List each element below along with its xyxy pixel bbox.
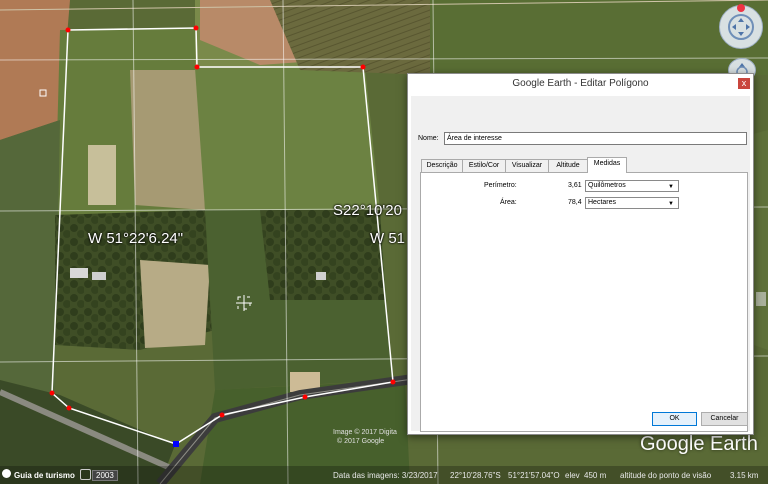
latitude-grid-label: S22°10'20 bbox=[333, 202, 402, 219]
dialog-body: Nome: Área de interesse Descrição Estilo… bbox=[411, 96, 750, 432]
historical-imagery-icon[interactable] bbox=[80, 469, 91, 480]
tab-altitude[interactable]: Altitude bbox=[548, 159, 588, 172]
tab-medidas[interactable]: Medidas bbox=[587, 157, 627, 173]
area-unit-value: Hectares bbox=[588, 199, 617, 206]
perimeter-unit-value: Quilômetros bbox=[588, 182, 626, 189]
perimeter-value: 3,61 bbox=[568, 182, 582, 189]
perimeter-label: Perímetro: bbox=[484, 182, 517, 189]
imagery-credit: Image © 2017 Digita © 2017 Google bbox=[333, 428, 397, 446]
tab-estilo-cor[interactable]: Estilo/Cor bbox=[462, 159, 506, 172]
chevron-down-icon: ▼ bbox=[668, 184, 674, 190]
elevation-label: elev bbox=[565, 471, 580, 480]
dialog-titlebar[interactable]: Google Earth - Editar Polígono x bbox=[408, 74, 753, 96]
year-badge[interactable]: 2003 bbox=[92, 470, 118, 481]
ok-button[interactable]: OK bbox=[652, 412, 697, 426]
latitude-readout: 22°10'28.76"S bbox=[450, 471, 501, 480]
google-earth-logo: Google Earth bbox=[640, 433, 758, 455]
longitude-grid-label-2: W 51 bbox=[370, 230, 406, 247]
look-navigation-control[interactable] bbox=[719, 4, 763, 49]
area-unit-select[interactable]: Hectares ▼ bbox=[585, 197, 679, 209]
tour-guide-label[interactable]: Guia de turismo bbox=[14, 471, 75, 480]
imagery-credit-line-2: © 2017 Google bbox=[337, 438, 385, 445]
edit-polygon-dialog: Google Earth - Editar Polígono x Nome: Á… bbox=[407, 73, 754, 435]
tab-visualizar[interactable]: Visualizar bbox=[505, 159, 549, 172]
name-label: Nome: bbox=[418, 135, 439, 142]
perimeter-unit-select[interactable]: Quilômetros ▼ bbox=[585, 180, 679, 192]
name-field[interactable]: Área de interesse bbox=[444, 132, 747, 145]
area-value: 78,4 bbox=[568, 199, 582, 206]
tour-guide-icon[interactable] bbox=[2, 469, 11, 478]
status-bar: Guia de turismo 2003 Data das imagens: 3… bbox=[0, 466, 768, 484]
zoom-slider-icon[interactable] bbox=[756, 292, 766, 306]
eye-altitude-label: altitude do ponto de visão bbox=[620, 471, 712, 480]
chevron-down-icon: ▼ bbox=[668, 201, 674, 207]
imagery-credit-line-1: Image © 2017 Digita bbox=[333, 429, 397, 436]
area-label: Área: bbox=[500, 199, 517, 206]
measurements-panel: Perímetro: 3,61 Quilômetros ▼ Área: 78,4… bbox=[420, 172, 748, 432]
look-arrows-icon bbox=[728, 14, 754, 40]
eye-altitude-value: 3.15 km bbox=[730, 471, 759, 480]
cancel-button[interactable]: Cancelar bbox=[701, 412, 748, 426]
imagery-date: Data das imagens: 3/23/2017 bbox=[333, 471, 438, 480]
longitude-grid-label: W 51°22'6.24" bbox=[88, 230, 184, 247]
longitude-readout: 51°21'57.04"O bbox=[508, 471, 560, 480]
elevation-value: 450 m bbox=[584, 471, 607, 480]
tab-descricao[interactable]: Descrição bbox=[421, 159, 463, 172]
dialog-title: Google Earth - Editar Polígono bbox=[512, 78, 649, 89]
close-button[interactable]: x bbox=[738, 78, 750, 89]
